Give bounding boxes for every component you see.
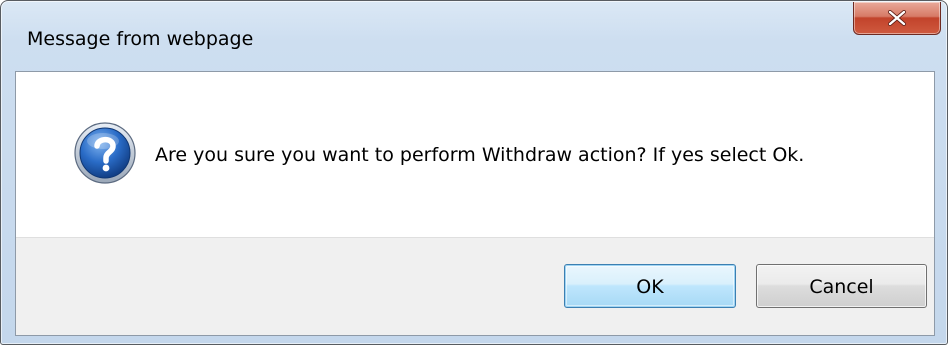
- title-bar[interactable]: Message from webpage: [1, 1, 947, 71]
- close-button[interactable]: [853, 2, 941, 35]
- dialog-body: Are you sure you want to perform Withdra…: [15, 71, 935, 336]
- message-dialog: Message from webpage Are you sure you wa…: [0, 0, 948, 345]
- question-icon: [74, 122, 136, 184]
- message-text: Are you sure you want to perform Withdra…: [155, 144, 805, 166]
- button-bar: OK Cancel: [16, 237, 934, 335]
- message-area: Are you sure you want to perform Withdra…: [16, 72, 934, 237]
- ok-button[interactable]: OK: [564, 264, 736, 308]
- cancel-button[interactable]: Cancel: [756, 264, 927, 308]
- close-icon: [888, 10, 906, 26]
- window-title: Message from webpage: [27, 28, 254, 50]
